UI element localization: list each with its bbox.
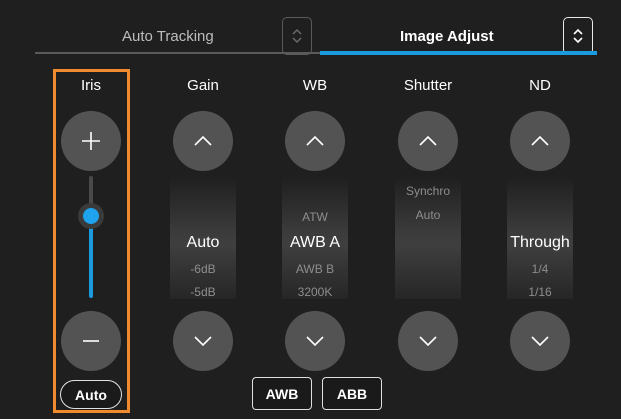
wb-value-drum[interactable]: ATW AWB A AWB B 3200K xyxy=(282,177,348,299)
shutter-up-button[interactable] xyxy=(398,111,458,171)
wb-option-selected: AWB A xyxy=(289,234,341,251)
awb-button[interactable]: AWB xyxy=(252,377,312,410)
wb-option: ATW xyxy=(302,210,328,224)
gain-option: -5dB xyxy=(190,285,216,299)
tab-underline-inactive xyxy=(35,52,320,54)
nd-up-button[interactable] xyxy=(510,111,570,171)
gain-title: Gain xyxy=(187,77,219,94)
chevron-up-icon xyxy=(531,135,549,146)
abb-button[interactable]: ABB xyxy=(322,377,382,410)
wb-title: WB xyxy=(302,77,328,94)
chevron-down-icon xyxy=(306,336,324,347)
shutter-option: Auto xyxy=(415,208,441,222)
chevron-down-icon xyxy=(419,336,437,347)
up-down-chevron-icon xyxy=(573,28,583,44)
chevron-down-icon xyxy=(194,336,212,347)
gain-value-drum[interactable]: Auto -6dB -5dB xyxy=(170,177,236,299)
chevron-up-icon xyxy=(306,135,324,146)
nd-value-drum[interactable]: Through 1/4 1/16 xyxy=(507,177,573,299)
tab-auto-tracking[interactable]: Auto Tracking xyxy=(122,28,214,46)
gain-option: -6dB xyxy=(190,262,216,276)
iris-slider-thumb-dot xyxy=(83,208,99,224)
nd-title: ND xyxy=(529,77,551,94)
plus-icon xyxy=(82,132,100,150)
wb-down-button[interactable] xyxy=(285,311,345,371)
auto-tracking-stepper-button[interactable] xyxy=(282,17,312,55)
image-adjust-stepper-button[interactable] xyxy=(563,17,593,55)
chevron-up-icon xyxy=(194,135,212,146)
iris-slider-thumb[interactable] xyxy=(78,203,104,229)
chevron-up-icon xyxy=(419,135,437,146)
gain-up-button[interactable] xyxy=(173,111,233,171)
gain-option-selected: Auto xyxy=(186,234,220,251)
iris-plus-button[interactable] xyxy=(61,111,121,171)
iris-auto-button[interactable]: Auto xyxy=(60,380,122,409)
iris-title: Iris xyxy=(81,77,101,94)
tab-image-adjust[interactable]: Image Adjust xyxy=(400,28,494,46)
shutter-title: Shutter xyxy=(403,77,453,94)
gain-down-button[interactable] xyxy=(173,311,233,371)
up-down-chevron-icon xyxy=(292,28,302,44)
tab-underline-active xyxy=(320,51,597,55)
nd-option: 1/4 xyxy=(531,262,549,276)
nd-option: 1/16 xyxy=(528,285,552,299)
chevron-down-icon xyxy=(531,336,549,347)
shutter-value-drum[interactable]: Synchro Auto xyxy=(395,177,461,299)
wb-option: AWB B xyxy=(295,262,335,276)
nd-option-selected: Through xyxy=(510,234,570,251)
iris-minus-button[interactable] xyxy=(61,311,121,371)
wb-option: 3200K xyxy=(297,285,333,299)
wb-up-button[interactable] xyxy=(285,111,345,171)
shutter-option: Synchro xyxy=(405,184,451,198)
shutter-down-button[interactable] xyxy=(398,311,458,371)
camera-control-panel: Auto Tracking Image Adjust Iris Auto Gai… xyxy=(0,0,621,419)
minus-icon xyxy=(83,340,99,342)
nd-down-button[interactable] xyxy=(510,311,570,371)
